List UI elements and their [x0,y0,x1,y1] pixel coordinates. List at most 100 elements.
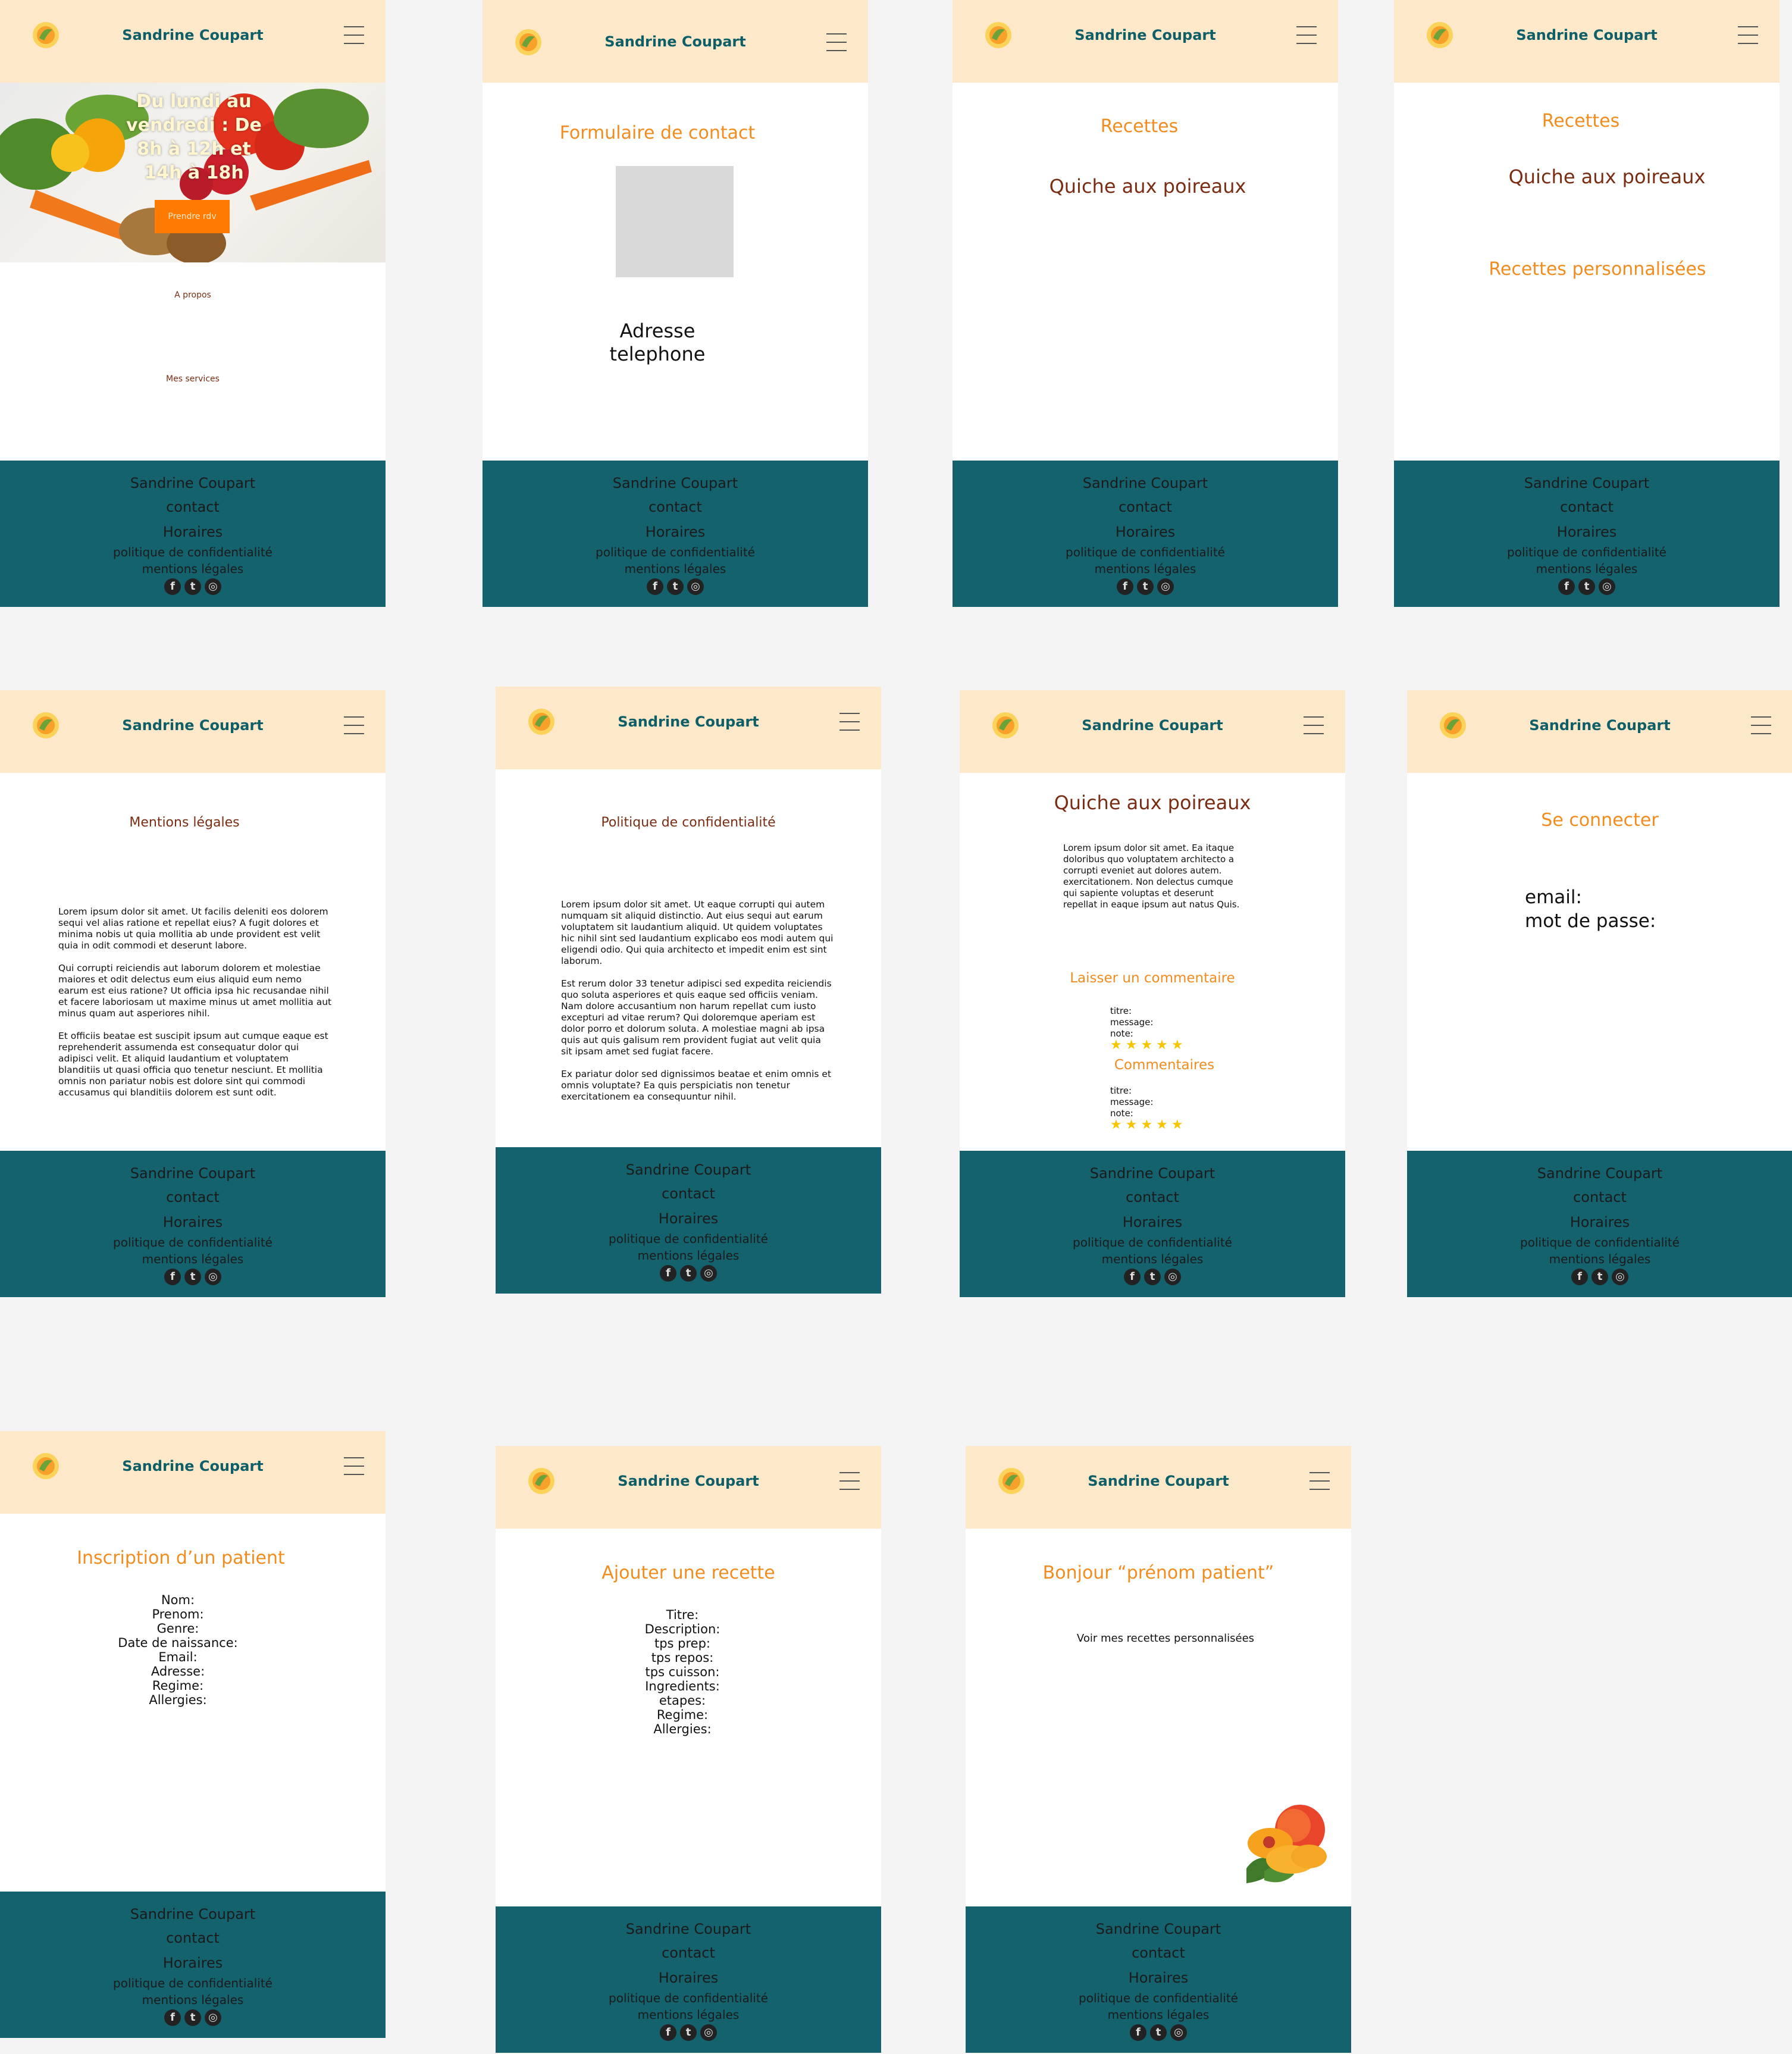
footer-legal-link[interactable]: mentions légales [1394,562,1780,576]
services-link[interactable]: Mes services [0,374,386,384]
footer-legal-link[interactable]: mentions légales [496,2008,881,2022]
form-field-tps-prep[interactable]: tps prep: [490,1636,875,1651]
footer-privacy-link[interactable]: politique de confidentialité [1407,1235,1792,1250]
comment-title-field[interactable]: titre: [1110,1006,1187,1017]
footer-privacy-link[interactable]: politique de confidentialité [496,1232,881,1246]
footer-hours-link[interactable]: Horaires [966,1970,1351,1986]
facebook-icon[interactable]: f [164,2009,181,2026]
twitter-icon[interactable]: t [680,1265,697,1282]
menu-icon[interactable] [826,33,847,51]
footer-hours-link[interactable]: Horaires [1407,1214,1792,1230]
site-title[interactable]: Sandrine Coupart [483,33,868,50]
form-field-etapes[interactable]: etapes: [490,1693,875,1708]
form-field-adresse[interactable]: Adresse: [0,1664,371,1679]
instagram-icon[interactable]: ◎ [1612,1269,1628,1285]
facebook-icon[interactable]: f [164,578,181,595]
footer-hours-link[interactable]: Horaires [953,524,1338,540]
footer-contact-link[interactable]: contact [0,1189,386,1206]
footer-legal-link[interactable]: mentions légales [966,2008,1351,2022]
footer-contact-link[interactable]: contact [496,1945,881,1961]
footer-name[interactable]: Sandrine Coupart [483,475,868,491]
facebook-icon[interactable]: f [1124,1269,1141,1285]
form-field-genre[interactable]: Genre: [0,1621,371,1636]
menu-icon[interactable] [344,26,364,44]
site-title[interactable]: Sandrine Coupart [960,717,1345,734]
footer-privacy-link[interactable]: politique de confidentialité [953,545,1338,559]
footer-legal-link[interactable]: mentions légales [953,562,1338,576]
footer-privacy-link[interactable]: politique de confidentialité [966,1991,1351,2005]
footer-legal-link[interactable]: mentions légales [0,1252,386,1266]
twitter-icon[interactable]: t [1592,1269,1608,1285]
personal-recipes-link[interactable]: Voir mes recettes personnalisées [973,1632,1358,1645]
form-field-email[interactable]: Email: [0,1650,371,1664]
footer-name[interactable]: Sandrine Coupart [0,475,386,491]
footer-hours-link[interactable]: Horaires [0,1214,386,1230]
footer-name[interactable]: Sandrine Coupart [960,1165,1345,1182]
instagram-icon[interactable]: ◎ [1164,1269,1181,1285]
footer-name[interactable]: Sandrine Coupart [1394,475,1780,491]
facebook-icon[interactable]: f [1558,578,1575,595]
footer-legal-link[interactable]: mentions légales [1407,1252,1792,1266]
menu-icon[interactable] [344,1457,364,1475]
footer-privacy-link[interactable]: politique de confidentialité [960,1235,1345,1250]
twitter-icon[interactable]: t [680,2024,697,2041]
footer-name[interactable]: Sandrine Coupart [0,1165,386,1182]
facebook-icon[interactable]: f [647,578,663,595]
site-title[interactable]: Sandrine Coupart [1394,27,1780,43]
about-link[interactable]: A propos [0,290,386,300]
form-field-tps-cuisson[interactable]: tps cuisson: [490,1665,875,1679]
menu-icon[interactable] [839,713,860,731]
footer-hours-link[interactable]: Horaires [960,1214,1345,1230]
footer-contact-link[interactable]: contact [960,1189,1345,1206]
facebook-icon[interactable]: f [164,1269,181,1285]
footer-hours-link[interactable]: Horaires [0,1955,386,1971]
menu-icon[interactable] [1309,1472,1330,1490]
twitter-icon[interactable]: t [1150,2024,1167,2041]
email-field[interactable]: email: [1525,887,1582,908]
footer-contact-link[interactable]: contact [953,499,1338,515]
twitter-icon[interactable]: t [1137,578,1154,595]
footer-contact-link[interactable]: contact [966,1945,1351,1961]
twitter-icon[interactable]: t [184,1269,201,1285]
menu-icon[interactable] [1751,716,1771,734]
footer-legal-link[interactable]: mentions légales [960,1252,1345,1266]
facebook-icon[interactable]: f [660,1265,676,1282]
facebook-icon[interactable]: f [1130,2024,1146,2041]
twitter-icon[interactable]: t [667,578,684,595]
twitter-icon[interactable]: t [1578,578,1595,595]
form-field-regime[interactable]: Regime: [0,1679,371,1693]
twitter-icon[interactable]: t [184,2009,201,2026]
facebook-icon[interactable]: f [660,2024,676,2041]
footer-privacy-link[interactable]: politique de confidentialité [0,1235,386,1250]
footer-contact-link[interactable]: contact [0,1930,386,1946]
form-field-titre[interactable]: Titre: [490,1608,875,1622]
footer-hours-link[interactable]: Horaires [496,1970,881,1986]
footer-legal-link[interactable]: mentions légales [0,562,386,576]
instagram-icon[interactable]: ◎ [687,578,704,595]
footer-contact-link[interactable]: contact [496,1185,881,1202]
form-field-description[interactable]: Description: [490,1622,875,1636]
instagram-icon[interactable]: ◎ [1157,578,1174,595]
instagram-icon[interactable]: ◎ [700,2024,717,2041]
footer-contact-link[interactable]: contact [1407,1189,1792,1206]
recipe-link[interactable]: Quiche aux poireaux [1414,165,1792,188]
footer-name[interactable]: Sandrine Coupart [1407,1165,1792,1182]
menu-icon[interactable] [1304,716,1324,734]
twitter-icon[interactable]: t [184,578,201,595]
footer-hours-link[interactable]: Horaires [496,1210,881,1227]
footer-name[interactable]: Sandrine Coupart [0,1906,386,1923]
facebook-icon[interactable]: f [1571,1269,1588,1285]
footer-legal-link[interactable]: mentions légales [483,562,868,576]
footer-name[interactable]: Sandrine Coupart [953,475,1338,491]
footer-privacy-link[interactable]: politique de confidentialité [483,545,868,559]
rating-stars-input[interactable]: ★★★★★ [1110,1039,1187,1052]
footer-legal-link[interactable]: mentions légales [496,1248,881,1263]
instagram-icon[interactable]: ◎ [1599,578,1615,595]
site-title[interactable]: Sandrine Coupart [0,717,386,734]
menu-icon[interactable] [344,716,364,734]
site-title[interactable]: Sandrine Coupart [496,1473,881,1489]
form-field-allergies[interactable]: Allergies: [0,1693,371,1707]
footer-contact-link[interactable]: contact [483,499,868,515]
instagram-icon[interactable]: ◎ [700,1265,717,1282]
comment-message-field[interactable]: message: [1110,1017,1187,1028]
